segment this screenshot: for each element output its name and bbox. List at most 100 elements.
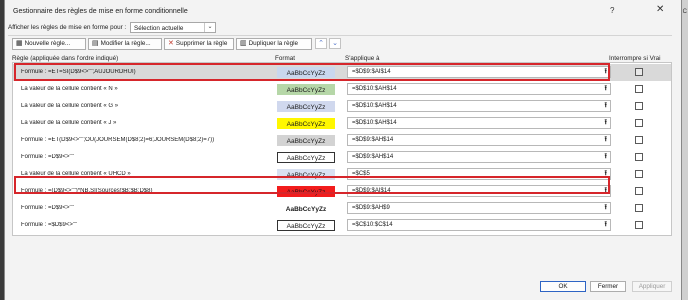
applies-to-field[interactable]: =$D$9:$AH$14 ⭱ xyxy=(347,134,611,146)
applies-to-value: =$D$9:$AH$9 xyxy=(352,205,390,211)
collapse-range-icon[interactable]: ⭱ xyxy=(605,169,607,179)
rule-row[interactable]: La valeur de la cellule contient « UHCD … xyxy=(13,166,671,183)
stop-if-true-checkbox[interactable] xyxy=(635,102,643,110)
applies-to-field[interactable]: =$D$9:$AI$14 ⭱ xyxy=(347,66,611,78)
apply-button[interactable]: Appliquer xyxy=(632,281,672,292)
dialog-title: Gestionnaire des règles de mise en forme… xyxy=(13,8,188,15)
rule-description: Formule : =ET=SI(D$9<>"";AUJOURDHUI) xyxy=(21,69,136,75)
format-preview: AaBbCcYyZz xyxy=(277,118,335,129)
rule-row[interactable]: Formule : =ET(D$9<>"";OU(JOURSEM(D$8;2)=… xyxy=(13,132,671,149)
rule-description: Formule : =$D$9<>"" xyxy=(21,222,78,228)
ok-button[interactable]: OK xyxy=(540,281,586,292)
right-edge-text: C xyxy=(682,9,687,15)
show-rules-label: Afficher les règles de mise en forme pou… xyxy=(8,24,127,31)
format-preview: AaBbCcYyZz xyxy=(277,135,335,146)
applies-to-field[interactable]: =$D$10:$AH$14 ⭱ xyxy=(347,83,611,95)
applies-to-field[interactable]: =$D$9:$AI$14 ⭱ xyxy=(347,185,611,197)
duplicate-rule-label: Dupliquer la règle xyxy=(248,40,298,47)
column-header-stop-if-true: Interrompre si Vrai xyxy=(609,55,661,62)
column-header-rule: Règle (appliquée dans l'ordre indiqué) xyxy=(12,55,119,62)
stop-if-true-checkbox[interactable] xyxy=(635,204,643,212)
delete-icon: ✕ xyxy=(168,40,174,47)
stop-if-true-checkbox[interactable] xyxy=(635,68,643,76)
rule-description: Formule : =D$9<>"" xyxy=(21,205,74,211)
applies-to-value: =$D$9:$AH$14 xyxy=(352,154,394,160)
move-down-button[interactable]: ⌄ xyxy=(329,38,341,49)
format-preview: AaBbCcYyZz xyxy=(277,169,335,180)
edit-rule-button[interactable]: ▤ Modifier la règle... xyxy=(88,38,162,50)
collapse-range-icon[interactable]: ⭱ xyxy=(605,203,607,213)
collapse-range-icon[interactable]: ⭱ xyxy=(605,152,607,162)
new-rule-button[interactable]: ▦ Nouvelle règle... xyxy=(12,38,86,50)
format-preview: AaBbCcYyZz xyxy=(277,186,335,197)
applies-to-field[interactable]: =$D$10:$AH$14 ⭱ xyxy=(347,117,611,129)
applies-to-value: =$C$5 xyxy=(352,171,370,177)
chevron-down-icon: ⌄ xyxy=(332,40,338,47)
collapse-range-icon[interactable]: ⭱ xyxy=(605,101,607,111)
collapse-range-icon[interactable]: ⭱ xyxy=(605,67,607,77)
column-header-applies-to: S'applique à xyxy=(345,55,380,62)
rule-row[interactable]: Formule : =(D$9<>"")*NB.SI(Sources!$B:$B… xyxy=(13,183,671,200)
close-button[interactable]: Fermer xyxy=(590,281,626,292)
rule-description: Formule : =ET(D$9<>"";OU(JOURSEM(D$8;2)=… xyxy=(21,137,215,143)
show-rules-value: Sélection actuelle xyxy=(134,25,184,32)
stop-if-true-checkbox[interactable] xyxy=(635,221,643,229)
stop-if-true-checkbox[interactable] xyxy=(635,136,643,144)
right-window-edge: C xyxy=(682,0,688,300)
column-header-format: Format xyxy=(275,55,295,62)
rule-row[interactable]: Formule : =ET=SI(D$9<>"";AUJOURDHUI) AaBb… xyxy=(13,64,671,81)
stop-if-true-checkbox[interactable] xyxy=(635,119,643,127)
chevron-up-icon: ⌃ xyxy=(318,40,324,47)
rules-list[interactable]: Formule : =ET=SI(D$9<>"";AUJOURDHUI) AaBb… xyxy=(12,62,672,236)
format-preview: AaBbCcYyZz xyxy=(277,84,335,95)
collapse-range-icon[interactable]: ⭱ xyxy=(605,118,607,128)
collapse-range-icon[interactable]: ⭱ xyxy=(605,135,607,145)
applies-to-value: =$C$10:$C$14 xyxy=(352,222,393,228)
rule-description: La valeur de la cellule contient « J » xyxy=(21,120,117,126)
separator xyxy=(8,35,672,36)
rule-row[interactable]: Formule : =D$9<>"" AaBbCcYyZz =$D$9:$AH$14… xyxy=(13,149,671,166)
applies-to-field[interactable]: =$D$9:$AH$14 ⭱ xyxy=(347,151,611,163)
rule-row[interactable]: Formule : =$F$2<>""AaBbCcYyZz=$F$2:$AE$5… xyxy=(13,234,671,235)
rule-description: La valeur de la cellule contient « N » xyxy=(21,86,118,92)
rule-row[interactable]: Formule : =D$9<>"" AaBbCcYyZz =$D$9:$AH$9 ⭱ xyxy=(13,200,671,217)
new-rule-label: Nouvelle règle... xyxy=(24,40,71,47)
rule-description: La valeur de la cellule contient « UHCD … xyxy=(21,171,131,177)
applies-to-value: =$D$9:$AI$14 xyxy=(352,69,391,75)
format-preview: AaBbCcYyZz xyxy=(277,203,335,214)
delete-rule-button[interactable]: ✕ Supprimer la règle xyxy=(164,38,234,50)
applies-to-field[interactable]: =$C$10:$C$14 ⭱ xyxy=(347,219,611,231)
applies-to-value: =$D$9:$AI$14 xyxy=(352,188,391,194)
applies-to-value: =$D$10:$AH$14 xyxy=(352,120,397,126)
stop-if-true-checkbox[interactable] xyxy=(635,153,643,161)
format-preview: AaBbCcYyZz xyxy=(277,152,335,163)
title-bar: Gestionnaire des règles de mise en forme… xyxy=(5,0,681,20)
applies-to-field[interactable]: =$D$10:$AH$14 ⭱ xyxy=(347,100,611,112)
close-icon[interactable]: ✕ xyxy=(656,4,664,15)
format-preview: AaBbCcYyZz xyxy=(277,101,335,112)
applies-to-value: =$D$10:$AH$14 xyxy=(352,86,397,92)
stop-if-true-checkbox[interactable] xyxy=(635,187,643,195)
chevron-down-icon[interactable]: ⌄ xyxy=(204,23,215,32)
rule-row[interactable]: La valeur de la cellule contient « J » Aa… xyxy=(13,115,671,132)
applies-to-value: =$D$9:$AH$14 xyxy=(352,137,394,143)
collapse-range-icon[interactable]: ⭱ xyxy=(605,186,607,196)
show-rules-select[interactable]: Sélection actuelle ⌄ xyxy=(130,22,216,33)
rule-description: Formule : =D$9<>"" xyxy=(21,154,74,160)
edit-rule-label: Modifier la règle... xyxy=(100,40,151,47)
applies-to-field[interactable]: =$C$5 ⭱ xyxy=(347,168,611,180)
stop-if-true-checkbox[interactable] xyxy=(635,85,643,93)
stop-if-true-checkbox[interactable] xyxy=(635,170,643,178)
collapse-range-icon[interactable]: ⭱ xyxy=(605,220,607,230)
delete-rule-label: Supprimer la règle xyxy=(175,40,228,47)
rule-row[interactable]: Formule : =$D$9<>"" AaBbCcYyZz =$C$10:$C$1… xyxy=(13,217,671,234)
help-button[interactable]: ? xyxy=(610,6,614,15)
applies-to-field[interactable]: =$D$9:$AH$9 ⭱ xyxy=(347,202,611,214)
rule-row[interactable]: La valeur de la cellule contient « G » Aa… xyxy=(13,98,671,115)
new-rule-icon: ▦ xyxy=(16,40,23,47)
rule-description: Formule : =(D$9<>"")*NB.SI(Sources!$B:$B… xyxy=(21,188,153,194)
duplicate-rule-button[interactable]: ▥ Dupliquer la règle xyxy=(236,38,312,50)
rule-row[interactable]: La valeur de la cellule contient « N » Aa… xyxy=(13,81,671,98)
move-up-button[interactable]: ⌃ xyxy=(315,38,327,49)
collapse-range-icon[interactable]: ⭱ xyxy=(605,84,607,94)
